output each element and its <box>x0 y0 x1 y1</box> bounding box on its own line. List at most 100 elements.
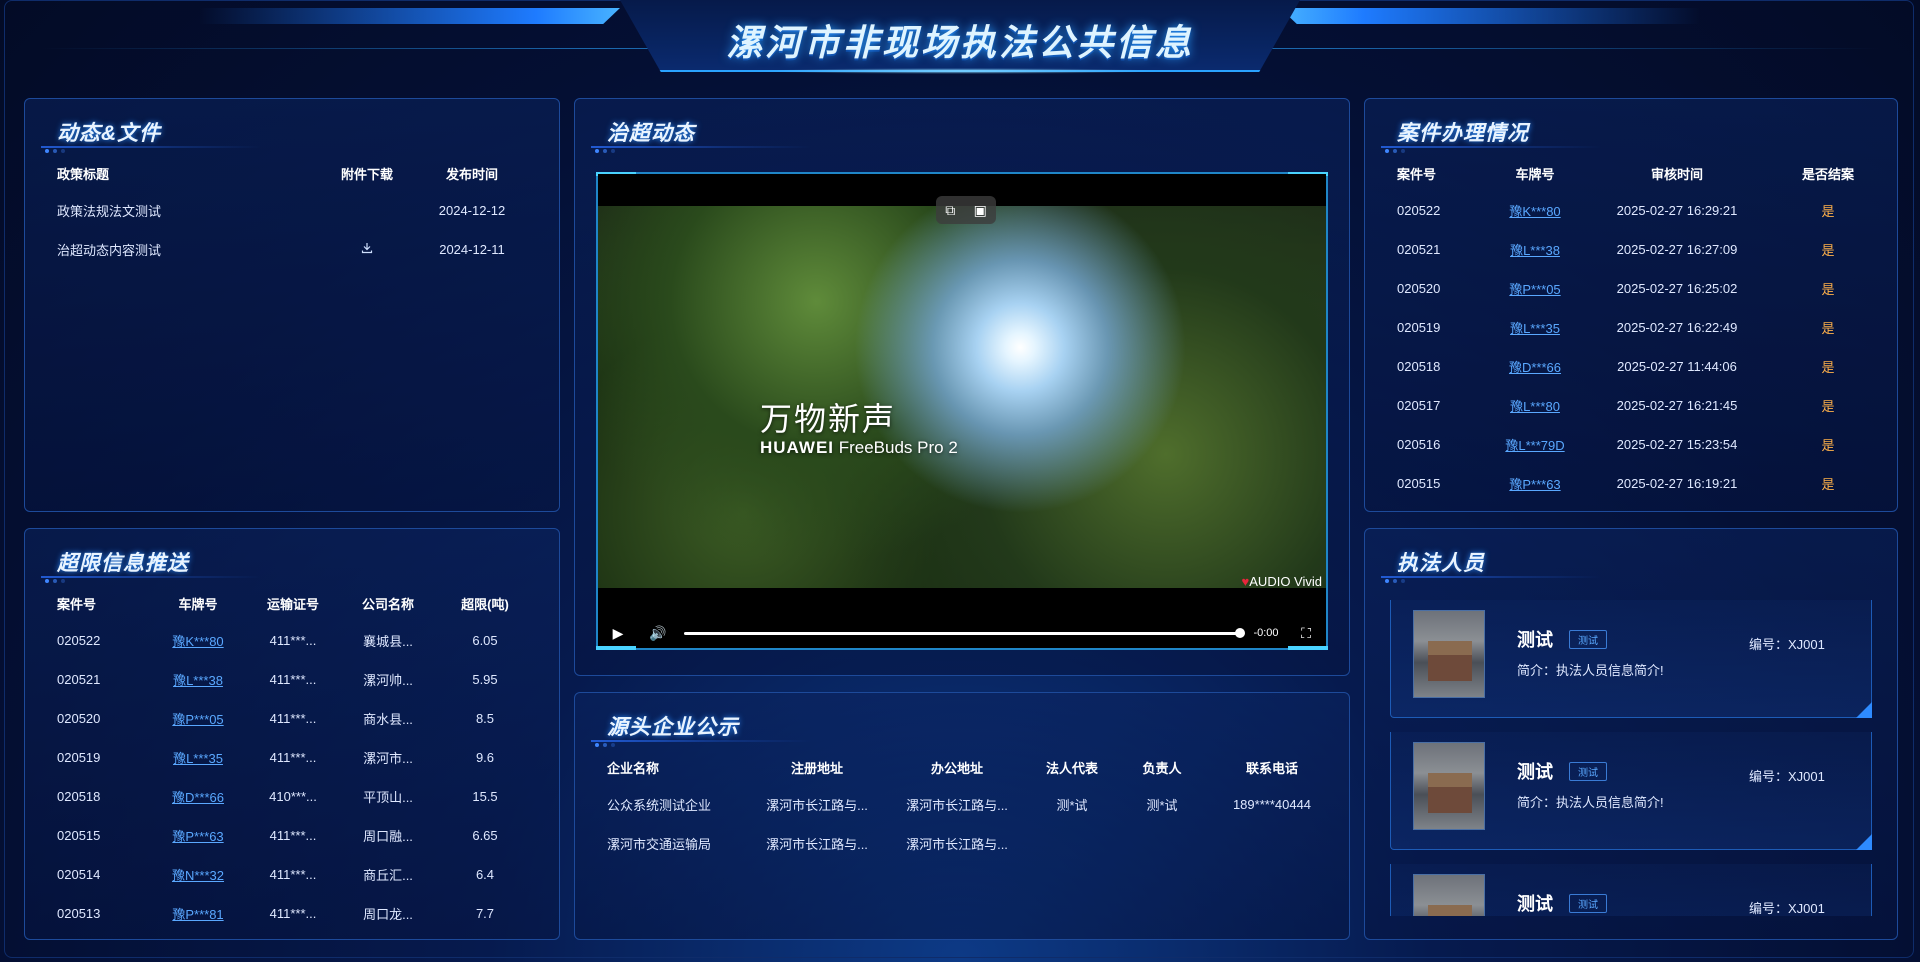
table-row[interactable]: 020518 豫D***66 410***... 平顶山... 15.5 <box>57 777 537 816</box>
case-number: 020518 <box>57 789 101 804</box>
overload-tons: 9.6 <box>475 750 495 765</box>
officer-photo <box>1413 610 1485 698</box>
permit-number: 411***... <box>269 750 317 765</box>
table-row[interactable]: 020518 豫D***66 2025-02-27 11:44:06 是 <box>1397 347 1883 386</box>
review-time: 2025-02-27 11:44:06 <box>1617 359 1737 374</box>
plate-link[interactable]: 豫D***66 <box>172 790 224 805</box>
table-row[interactable]: 020521 豫L***38 411***... 漯河帅... 5.95 <box>57 660 537 699</box>
plate-cell: 豫P***63 <box>1489 464 1581 503</box>
officer-bio: 简介：执法人员信息简介! <box>1517 795 1664 810</box>
video-frame[interactable] <box>598 206 1326 588</box>
plate-link[interactable]: 豫L***38 <box>1510 243 1560 258</box>
table-row[interactable]: 020521 豫L***38 2025-02-27 16:27:09 是 <box>1397 230 1883 269</box>
plate-cell: 豫P***81 <box>153 894 243 933</box>
table-header-row: 案件号 车牌号 运输证号 公司名称 超限(吨) <box>57 585 537 621</box>
case-number: 020519 <box>1397 320 1441 335</box>
plate-link[interactable]: 豫P***81 <box>172 907 223 922</box>
col-header: 办公地址 <box>930 760 983 776</box>
seek-knob[interactable] <box>1235 627 1245 638</box>
cast-icon[interactable]: ▣ <box>974 202 987 219</box>
case-number: 020518 <box>1397 359 1441 374</box>
officer-code: 编号：XJ001 <box>1749 901 1825 916</box>
plate-link[interactable]: 豫D***66 <box>1509 360 1561 375</box>
closed-status: 是 <box>1821 477 1835 492</box>
overload-tons: 6.4 <box>475 867 495 882</box>
table-row[interactable]: 020522 豫K***80 2025-02-27 16:29:21 是 <box>1397 191 1883 230</box>
plate-link[interactable]: 豫L***80 <box>1510 399 1560 414</box>
pip-icon[interactable]: ⧉ <box>945 202 955 219</box>
case-number: 020515 <box>1397 476 1441 491</box>
permit-number: 411***... <box>269 633 317 648</box>
col-header: 是否结案 <box>1801 166 1854 182</box>
enterprise-owner <box>1117 824 1207 863</box>
case-number: 020522 <box>57 633 101 648</box>
table-row[interactable]: 治超动态内容测试 2024-12-11 <box>57 230 527 269</box>
table-row[interactable]: 020520 豫P***05 411***... 商水县... 8.5 <box>57 699 537 738</box>
officer-card[interactable]: 测试 测试 简介：执法人员信息简介! 编号：XJ001 <box>1390 600 1872 718</box>
plate-link[interactable]: 豫L***35 <box>173 751 223 766</box>
officer-photo <box>1413 874 1485 916</box>
officer-list[interactable]: 测试 测试 简介：执法人员信息简介! 编号：XJ001 测试 测试 简介：执法人员信息简介!… <box>1390 600 1872 916</box>
officer-name: 测试 <box>1517 630 1553 650</box>
policy-table: 政策标题 附件下载 发布时间 政策法规法文测试 2024-12-12 治超动态内… <box>57 155 527 269</box>
plate-link[interactable]: 豫L***79D <box>1505 438 1564 453</box>
closed-status: 是 <box>1821 282 1835 297</box>
officer-name: 测试 <box>1517 762 1553 782</box>
overload-tons: 7.7 <box>475 906 495 921</box>
company-name: 襄城县... <box>363 634 413 649</box>
review-time: 2025-02-27 16:22:49 <box>1616 320 1738 335</box>
table-row[interactable]: 020520 豫P***05 2025-02-27 16:25:02 是 <box>1397 269 1883 308</box>
col-header: 超限(吨) <box>461 596 509 612</box>
table-row[interactable]: 020515 豫P***63 411***... 周口融... 6.65 <box>57 816 537 855</box>
table-row[interactable]: 公众系统测试企业 漯河市长江路与... 漯河市长江路与... 测*试 测*试 189***… <box>607 785 1337 824</box>
table-row[interactable]: 020522 豫K***80 411***... 襄城县... 6.05 <box>57 621 537 660</box>
fullscreen-icon[interactable]: ⛶ <box>1286 625 1326 642</box>
permit-number: 411***... <box>269 867 317 882</box>
attachment-cell <box>317 191 417 230</box>
play-icon[interactable]: ▶ <box>598 625 638 642</box>
plate-cell: 豫P***05 <box>153 699 243 738</box>
plate-cell: 豫K***80 <box>153 621 243 660</box>
plate-link[interactable]: 豫N***32 <box>172 868 224 883</box>
case-number: 020516 <box>1397 437 1441 452</box>
table-row[interactable]: 020515 豫P***63 2025-02-27 16:19:21 是 <box>1397 464 1883 503</box>
plate-link[interactable]: 豫L***35 <box>1510 321 1560 336</box>
plate-link[interactable]: 豫L***38 <box>173 673 223 688</box>
permit-number: 410***... <box>269 789 317 804</box>
volume-icon[interactable]: 🔊 <box>638 625 678 642</box>
enterprise-reg: 漯河市长江路与... <box>766 837 868 852</box>
plate-link[interactable]: 豫P***63 <box>172 829 223 844</box>
col-header: 政策标题 <box>57 166 110 182</box>
plate-link[interactable]: 豫P***05 <box>172 712 223 727</box>
table-row[interactable]: 020519 豫L***35 2025-02-27 16:22:49 是 <box>1397 308 1883 347</box>
closed-status: 是 <box>1821 243 1835 258</box>
officer-card[interactable]: 测试 测试 简介：执法人员信息简介! 编号：XJ001 <box>1390 732 1872 850</box>
plate-cell: 豫N***32 <box>153 855 243 894</box>
closed-status: 是 <box>1821 438 1835 453</box>
policy-title[interactable]: 政策法规法文测试 <box>57 191 317 230</box>
table-row[interactable]: 020517 豫L***80 2025-02-27 16:21:45 是 <box>1397 386 1883 425</box>
table-row[interactable]: 020516 豫L***79D 2025-02-27 15:23:54 是 <box>1397 425 1883 464</box>
seek-bar[interactable] <box>684 627 1245 638</box>
table-row[interactable]: 020513 豫P***81 411***... 周口龙... 7.7 <box>57 894 537 933</box>
video-player[interactable]: ⧉ ▣ 万物新声 HUAWEI FreeBuds Pro 2 ♥AUDIO Vi… <box>596 172 1328 650</box>
plate-link[interactable]: 豫P***63 <box>1509 477 1560 492</box>
plate-link[interactable]: 豫K***80 <box>172 634 223 649</box>
table-row[interactable]: 政策法规法文测试 2024-12-12 <box>57 191 527 230</box>
table-row[interactable]: 漯河市交通运输局 漯河市长江路与... 漯河市长江路与... <box>607 824 1337 863</box>
plate-link[interactable]: 豫P***05 <box>1509 282 1560 297</box>
col-header: 企业名称 <box>607 760 660 776</box>
officer-tag: 测试 <box>1569 894 1607 913</box>
attachment-cell[interactable] <box>317 230 417 269</box>
panel-title: 案件办理情况 <box>1397 122 1529 145</box>
plate-link[interactable]: 豫K***80 <box>1509 204 1560 219</box>
table-row[interactable]: 020519 豫L***35 411***... 漯河市... 9.6 <box>57 738 537 777</box>
overload-tons: 8.5 <box>475 711 495 726</box>
policy-title[interactable]: 治超动态内容测试 <box>57 230 317 269</box>
enterprise-reg: 漯河市长江路与... <box>766 798 868 813</box>
table-row[interactable]: 020514 豫N***32 411***... 商丘汇... 6.4 <box>57 855 537 894</box>
officer-card[interactable]: 测试 测试 编号：XJ001 <box>1390 864 1872 916</box>
col-header: 车牌号 <box>178 596 218 612</box>
download-icon[interactable] <box>361 242 373 254</box>
plate-cell: 豫D***66 <box>153 777 243 816</box>
